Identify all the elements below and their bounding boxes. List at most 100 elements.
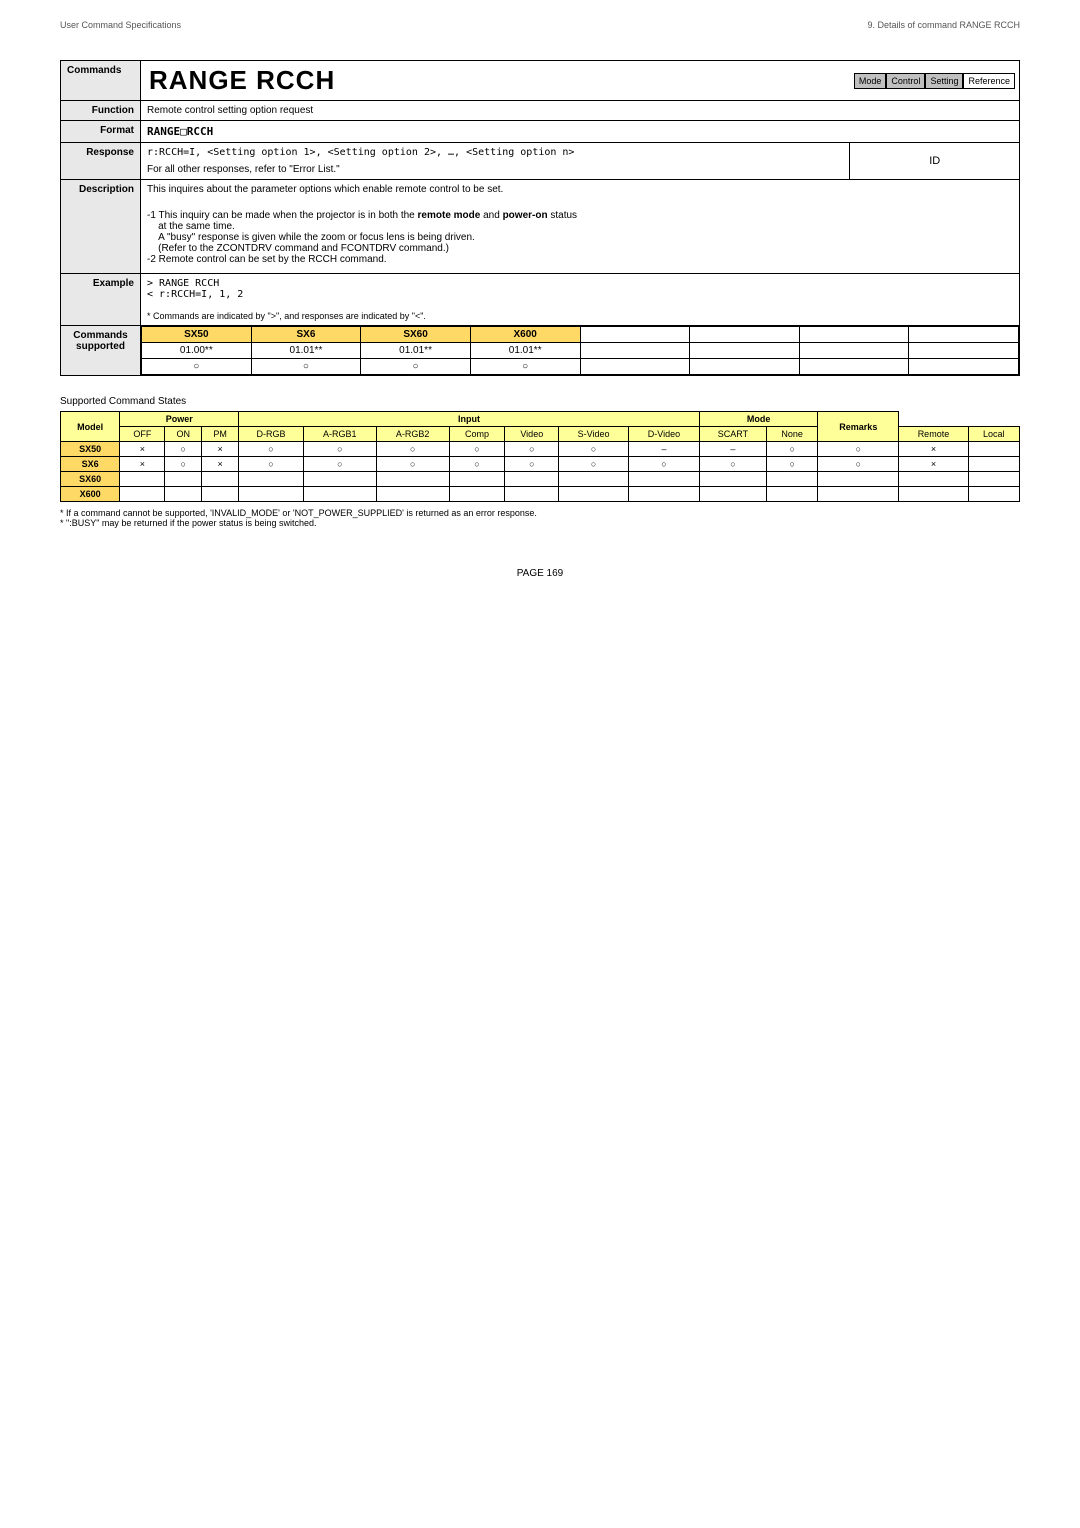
format-row: Format RANGE□RCCH: [61, 121, 1020, 143]
sx6-off: ×: [120, 457, 165, 472]
response-label: Response: [61, 143, 141, 180]
format-label: Format: [61, 121, 141, 143]
page-header: User Command Specifications 9. Details o…: [60, 20, 1020, 30]
description-content: This inquires about the parameter option…: [141, 180, 1020, 274]
sx50-circle: ○: [142, 359, 252, 375]
x600-remote: [818, 487, 899, 502]
sx6-s-video: ○: [559, 457, 629, 472]
x600-version: 01.01**: [470, 343, 580, 359]
empty-cell4: [909, 327, 1019, 343]
x600-local: [899, 487, 968, 502]
sx6-version: 01.01**: [251, 343, 361, 359]
example-line2: < r:RCCH=I, 1, 2: [147, 289, 1013, 300]
sx50-d-video: –: [629, 442, 700, 457]
response-line2: For all other responses, refer to "Error…: [147, 164, 843, 175]
table-row: SX50 × ○ × ○ ○ ○ ○ ○ ○ – – ○ ○ ×: [61, 442, 1020, 457]
sx50-a-rgb1: ○: [303, 442, 376, 457]
x600-video: [505, 487, 559, 502]
function-row: Function Remote control setting option r…: [61, 101, 1020, 121]
states-section-title: Supported Command States: [60, 396, 1020, 407]
empty-v4: [909, 343, 1019, 359]
states-header-row1: Model Power Input Mode Remarks: [61, 412, 1020, 427]
sx60-circle: ○: [361, 359, 471, 375]
input-group-header: Input: [239, 412, 700, 427]
main-command-table: Commands RANGE RCCH Mode Control Setting…: [60, 60, 1020, 376]
sx60-comp: [449, 472, 505, 487]
d-video-header: D-Video: [629, 427, 700, 442]
sx50-model: SX50: [61, 442, 120, 457]
model-names-row: SX50 SX6 SX60 X600: [142, 327, 1019, 343]
states-table: Model Power Input Mode Remarks OFF ON PM…: [60, 411, 1020, 502]
footnote-1: * If a command cannot be supported, 'INV…: [60, 508, 1020, 518]
remarks-col-header: Remarks: [818, 412, 899, 442]
supported-states-section: Supported Command States Model Power Inp…: [60, 396, 1020, 528]
sx60-a-rgb2: [376, 472, 449, 487]
cmd-support-table: SX50 SX6 SX60 X600 01.00** 01.01** 01.01…: [141, 326, 1019, 375]
video-header: Video: [505, 427, 559, 442]
page-footer: PAGE 169: [60, 568, 1020, 579]
sx50-s-video: ○: [559, 442, 629, 457]
description-row: Description This inquires about the para…: [61, 180, 1020, 274]
scart-header: SCART: [699, 427, 766, 442]
s-video-header: S-Video: [559, 427, 629, 442]
response-line1: r:RCCH=I, <Setting option 1>, <Setting o…: [147, 147, 843, 158]
example-content: > RANGE RCCH < r:RCCH=I, 1, 2 * Commands…: [141, 274, 1020, 326]
mode-group-header: Mode: [699, 412, 817, 427]
sx60-pm: [202, 472, 239, 487]
empty-c2: [690, 359, 800, 375]
none-header: None: [767, 427, 818, 442]
x600-d-video: [629, 487, 700, 502]
id-label: ID: [850, 143, 1020, 180]
sx50-version: 01.00**: [142, 343, 252, 359]
circles-row: ○ ○ ○ ○: [142, 359, 1019, 375]
off-header: OFF: [120, 427, 165, 442]
sx60-none: [767, 472, 818, 487]
setting-label: Setting: [925, 73, 963, 89]
mode-label: Mode: [854, 73, 887, 89]
sx60-remarks: [968, 472, 1019, 487]
header-left: User Command Specifications: [60, 20, 181, 30]
model-x600: X600: [470, 327, 580, 343]
sx50-remote: ○: [818, 442, 899, 457]
x600-off: [120, 487, 165, 502]
sx60-s-video: [559, 472, 629, 487]
sx6-local: ×: [899, 457, 968, 472]
title-row: Commands RANGE RCCH Mode Control Setting…: [61, 61, 1020, 101]
sx6-d-video: ○: [629, 457, 700, 472]
sx6-a-rgb1: ○: [303, 457, 376, 472]
sx50-local: ×: [899, 442, 968, 457]
model-sx50: SX50: [142, 327, 252, 343]
sx6-on: ○: [165, 457, 202, 472]
sx60-video: [505, 472, 559, 487]
sx6-model: SX6: [61, 457, 120, 472]
d-rgb-header: D-RGB: [239, 427, 304, 442]
sx6-remarks: [968, 457, 1019, 472]
sx6-none: ○: [767, 457, 818, 472]
table-row: X600: [61, 487, 1020, 502]
sx60-version: 01.01**: [361, 343, 471, 359]
local-header: Local: [968, 427, 1019, 442]
example-label: Example: [61, 274, 141, 326]
model-col-header: Model: [61, 412, 120, 442]
sx50-pm: ×: [202, 442, 239, 457]
empty-cell3: [799, 327, 909, 343]
command-title: RANGE RCCH: [149, 65, 335, 95]
empty-c4: [909, 359, 1019, 375]
mode-control-area: Mode Control Setting Reference: [854, 73, 1015, 89]
sx6-a-rgb2: ○: [376, 457, 449, 472]
commands-supported-label: Commands supported: [61, 326, 141, 376]
sx60-remote: [818, 472, 899, 487]
x600-remarks: [968, 487, 1019, 502]
footnote-2: * ":BUSY" may be returned if the power s…: [60, 518, 1020, 528]
x600-model: X600: [61, 487, 120, 502]
empty-cell2: [690, 327, 800, 343]
sx6-comp: ○: [449, 457, 505, 472]
sx6-circle: ○: [251, 359, 361, 375]
control-label: Control: [886, 73, 925, 89]
model-sx60: SX60: [361, 327, 471, 343]
sx6-scart: ○: [699, 457, 766, 472]
table-row: SX60: [61, 472, 1020, 487]
example-row: Example > RANGE RCCH < r:RCCH=I, 1, 2 * …: [61, 274, 1020, 326]
versions-row: 01.00** 01.01** 01.01** 01.01**: [142, 343, 1019, 359]
remote-header: Remote: [899, 427, 968, 442]
